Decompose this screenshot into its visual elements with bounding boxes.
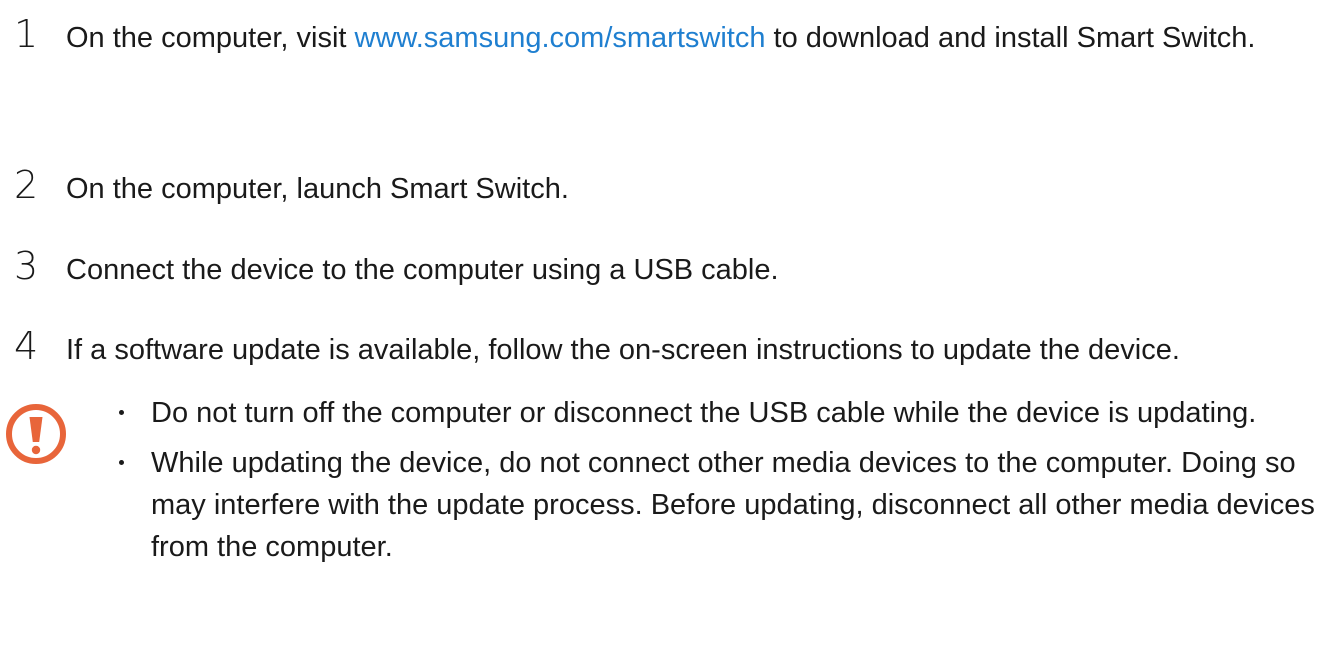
step-text-before-link: On the computer, visit [66, 22, 355, 54]
step-text: On the computer, launch Smart Switch. [66, 173, 569, 205]
step-text: Connect the device to the computer using… [66, 254, 779, 286]
step-number: 2 [14, 163, 39, 207]
caution-list: Do not turn off the computer or disconne… [119, 392, 1319, 576]
bullet-dot [119, 460, 124, 465]
caution-text: Do not turn off the computer or disconne… [151, 397, 1257, 429]
step-text-after-link: to download and install Smart Switch. [765, 22, 1256, 54]
step-number: 1 [14, 12, 39, 56]
step-number: 4 [14, 324, 39, 368]
caution-item: While updating the device, do not connec… [119, 442, 1319, 568]
step-text: If a software update is available, follo… [66, 334, 1180, 366]
bullet-dot [119, 410, 124, 415]
caution-text: While updating the device, do not connec… [151, 447, 1315, 563]
warning-exclamation-icon [6, 404, 66, 464]
caution-notice: Do not turn off the computer or disconne… [0, 392, 1330, 652]
step-text: On the computer, visit www.samsung.com/s… [66, 17, 1306, 59]
smartswitch-link[interactable]: www.samsung.com/smartswitch [355, 22, 766, 54]
step-number: 3 [14, 244, 39, 288]
caution-item: Do not turn off the computer or disconne… [119, 392, 1319, 434]
